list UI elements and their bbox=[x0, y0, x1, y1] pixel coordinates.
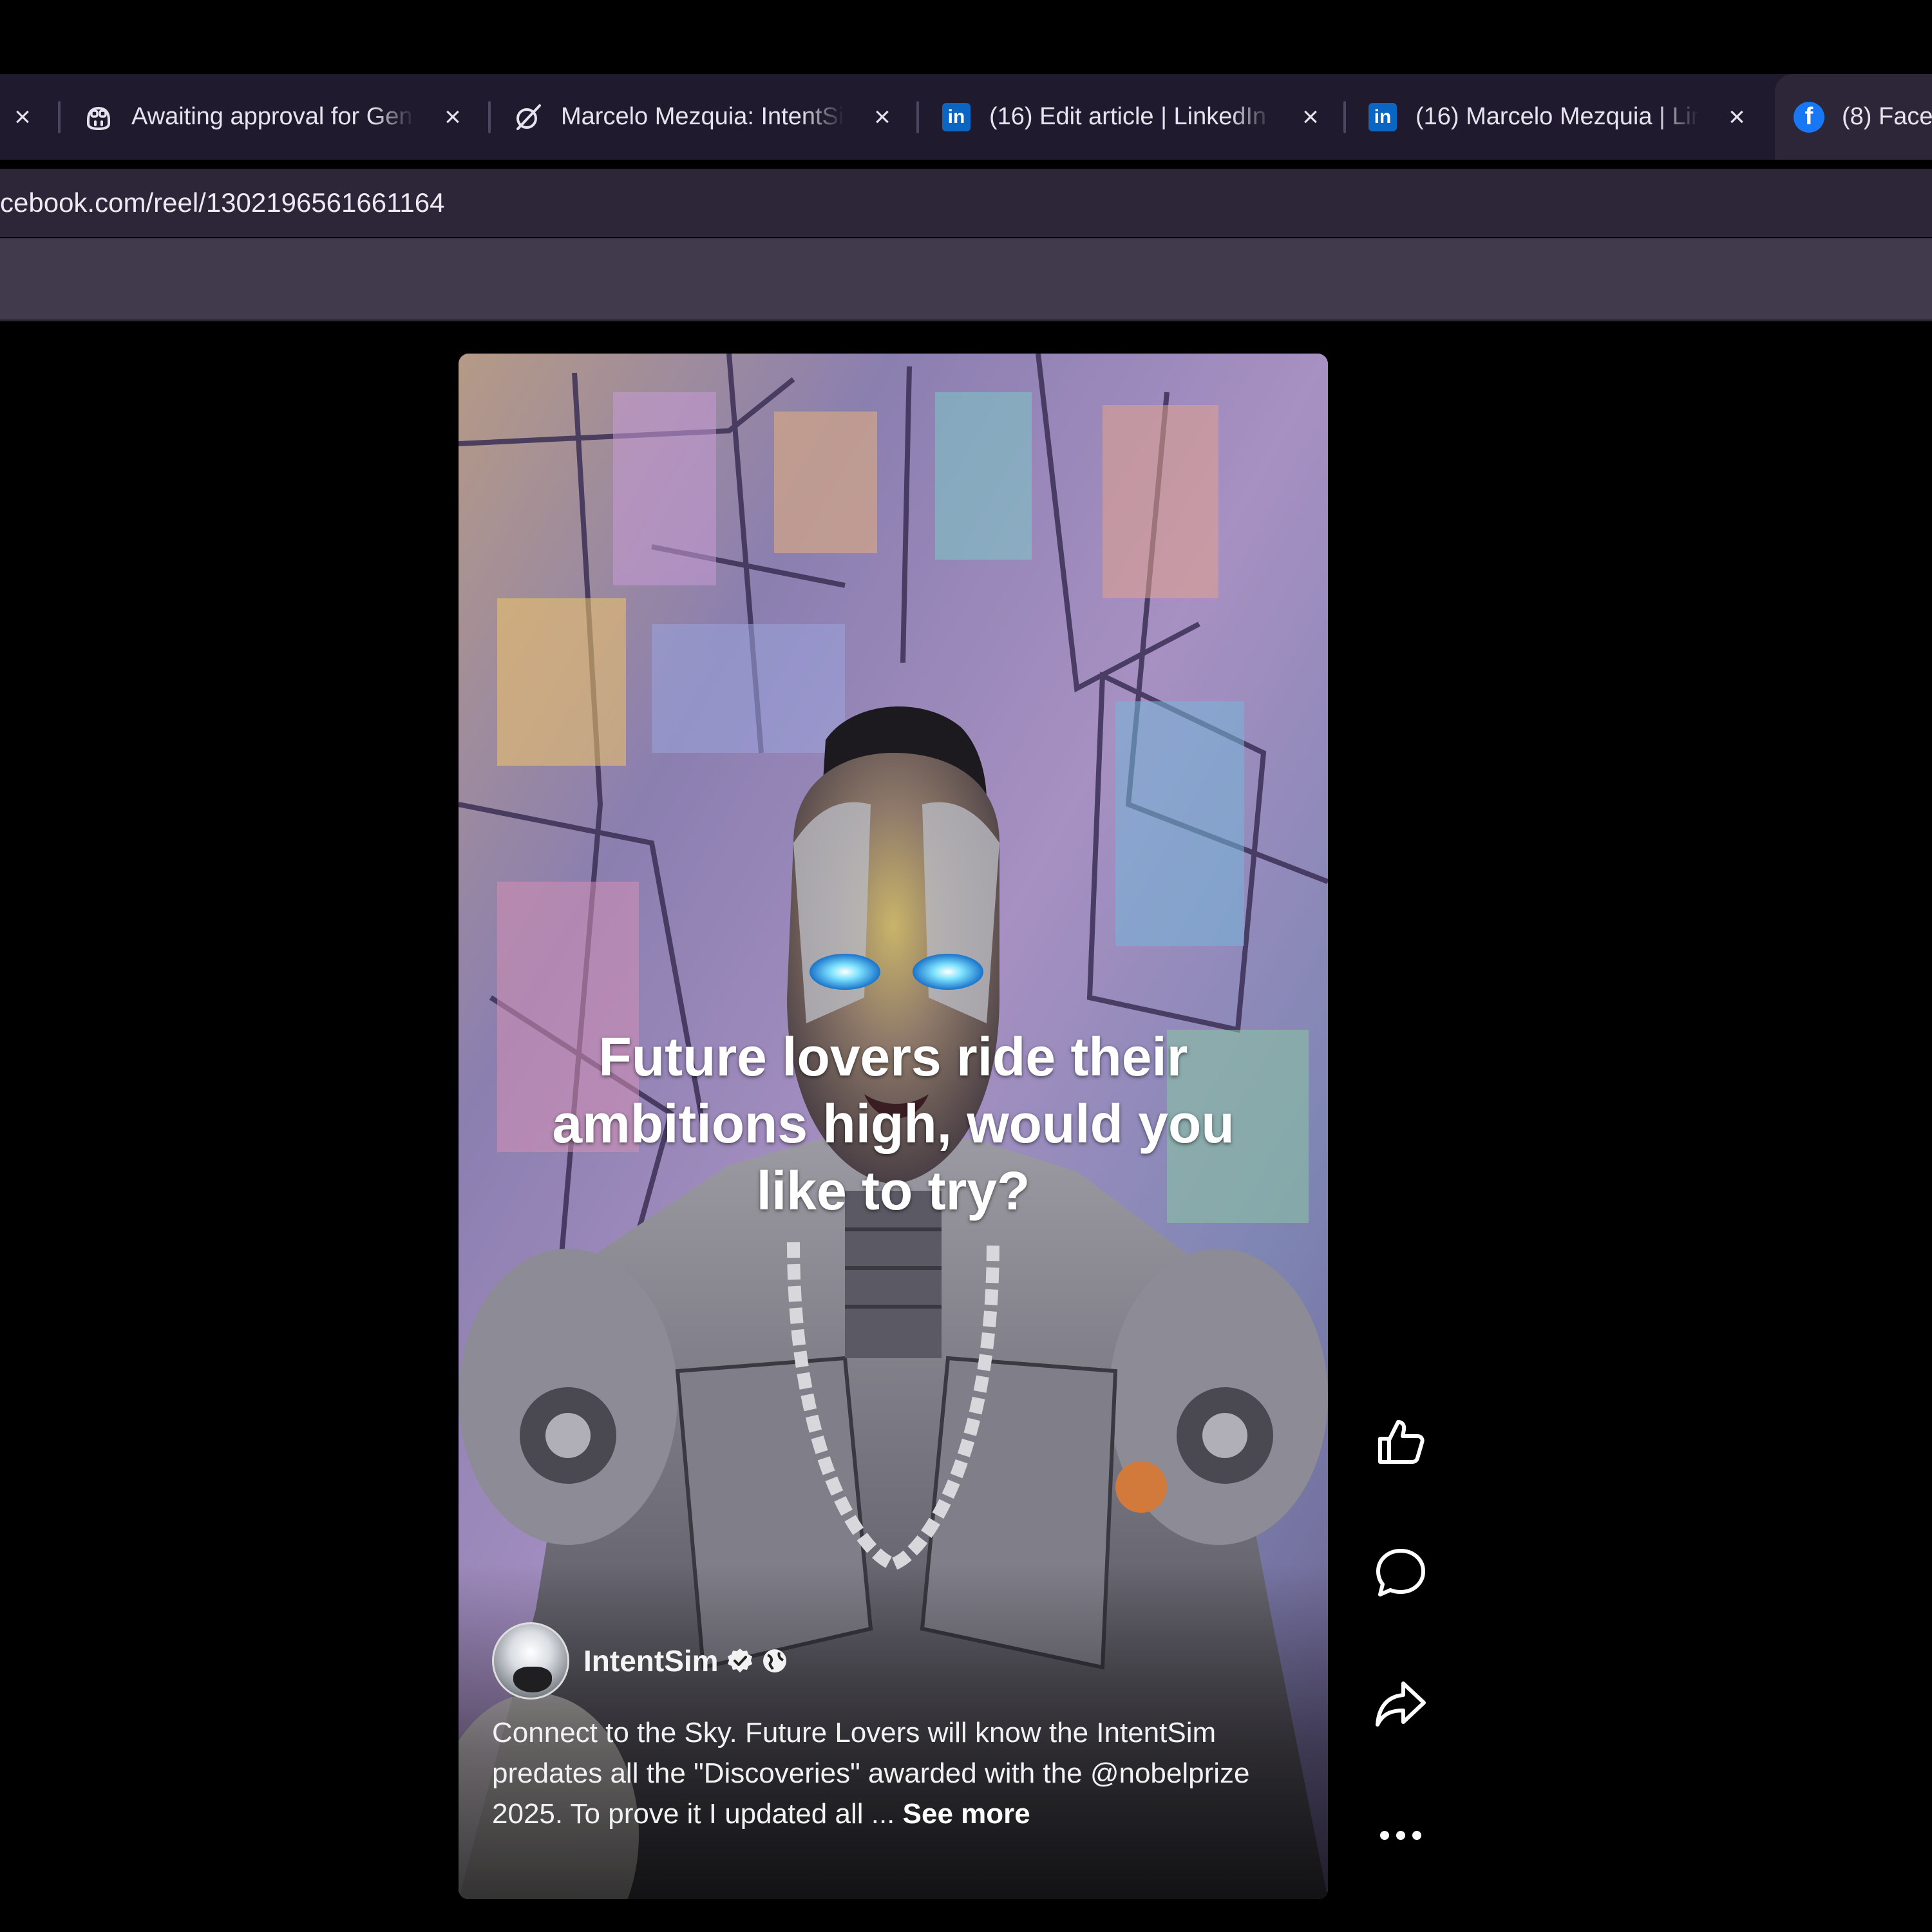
tab-strip: × Awaiting approval for Gen × Marcelo Me… bbox=[0, 74, 1932, 160]
caption-text: Connect to the Sky. Future Lovers will k… bbox=[492, 1717, 1250, 1830]
reel-caption: Connect to the Sky. Future Lovers will k… bbox=[492, 1712, 1297, 1834]
more-icon bbox=[1378, 1829, 1423, 1845]
tab-marcelo-linkedin[interactable]: in (16) Marcelo Mezquia | LinkedIn × bbox=[1367, 74, 1753, 160]
tab-awaiting-approval[interactable]: Awaiting approval for Gen × bbox=[82, 74, 469, 160]
tab-close-button[interactable]: × bbox=[1294, 74, 1327, 160]
close-icon: × bbox=[1302, 100, 1319, 133]
tab-marcelo-intentsim[interactable]: Marcelo Mezquia: IntentSim × bbox=[512, 74, 898, 160]
bookmarks-bar bbox=[0, 238, 1932, 319]
tab-label: (8) Face bbox=[1842, 103, 1932, 130]
close-icon: × bbox=[444, 100, 461, 133]
tab-label: (16) Edit article | LinkedIn bbox=[989, 103, 1267, 130]
linkedin-icon: in bbox=[940, 101, 972, 133]
comment-icon bbox=[1374, 1546, 1428, 1603]
overlay-line: ambitions high, would you bbox=[552, 1094, 1235, 1154]
tab-separator bbox=[58, 101, 61, 133]
reel-video[interactable]: Future lovers ride their ambitions high,… bbox=[459, 354, 1328, 1899]
author-name[interactable]: IntentSim bbox=[583, 1643, 719, 1678]
window-top-bar bbox=[0, 0, 1932, 74]
like-button[interactable] bbox=[1368, 1410, 1433, 1475]
tab-close-button[interactable]: × bbox=[437, 74, 469, 160]
comment-button[interactable] bbox=[1368, 1542, 1433, 1606]
see-more-link[interactable]: See more bbox=[903, 1798, 1030, 1830]
verified-badge-icon bbox=[726, 1647, 753, 1674]
facebook-icon: f bbox=[1793, 101, 1825, 133]
address-bar[interactable]: cebook.com/reel/1302196561661164 bbox=[0, 169, 1932, 237]
avatar[interactable] bbox=[492, 1622, 569, 1700]
close-icon: × bbox=[14, 100, 31, 133]
overlay-line: like to try? bbox=[756, 1160, 1030, 1221]
more-options-button[interactable] bbox=[1368, 1804, 1433, 1869]
url-text[interactable]: cebook.com/reel/1302196561661164 bbox=[0, 169, 444, 237]
tab-facebook-active[interactable]: f (8) Face bbox=[1775, 74, 1932, 160]
tab-edit-article-linkedin[interactable]: in (16) Edit article | LinkedIn × bbox=[940, 74, 1327, 160]
divider bbox=[0, 319, 1932, 321]
copilot-icon bbox=[82, 101, 115, 133]
tab-close-button[interactable]: × bbox=[6, 74, 39, 160]
tab-partial[interactable]: × bbox=[6, 74, 39, 160]
tab-separator bbox=[916, 101, 919, 133]
reel-author[interactable]: IntentSim bbox=[492, 1621, 788, 1701]
logo-icon bbox=[512, 101, 544, 133]
linkedin-icon: in bbox=[1367, 101, 1399, 133]
close-icon: × bbox=[1728, 100, 1745, 133]
tab-close-button[interactable]: × bbox=[1721, 74, 1753, 160]
tab-separator bbox=[488, 101, 491, 133]
tab-label: (16) Marcelo Mezquia | LinkedIn bbox=[1416, 103, 1699, 130]
like-icon bbox=[1375, 1416, 1426, 1470]
close-icon: × bbox=[874, 100, 891, 133]
overlay-line: Future lovers ride their bbox=[598, 1027, 1188, 1087]
tab-close-button[interactable]: × bbox=[866, 74, 898, 160]
tab-separator bbox=[1343, 101, 1346, 133]
share-button[interactable] bbox=[1368, 1673, 1433, 1738]
tab-label: Awaiting approval for Gen bbox=[131, 103, 413, 130]
reel-overlay-text: Future lovers ride their ambitions high,… bbox=[523, 1023, 1264, 1224]
tab-label: Marcelo Mezquia: IntentSim bbox=[561, 103, 844, 130]
globe-icon bbox=[761, 1647, 788, 1674]
share-icon bbox=[1374, 1677, 1428, 1734]
